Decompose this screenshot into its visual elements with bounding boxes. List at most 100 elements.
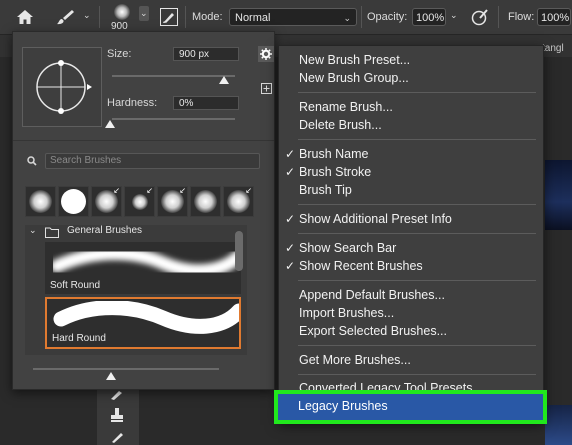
mode-value: Normal (235, 12, 271, 24)
menu-item-show-additional-preset-info[interactable]: ✓ Show Additional Preset Info (279, 211, 543, 228)
home-icon[interactable] (16, 9, 34, 25)
menu-item-label: Show Additional Preset Info (299, 212, 452, 226)
menu-separator (298, 204, 536, 205)
size-label: Size: (107, 48, 132, 60)
menu-item-delete-brush[interactable]: Delete Brush... (279, 117, 543, 134)
check-icon: ✓ (285, 241, 296, 255)
size-slider-thumb[interactable] (219, 76, 229, 84)
menu-separator (298, 139, 536, 140)
brush-tool-chevron-icon[interactable]: ⌄ (83, 10, 91, 21)
brush-angle-roundness-widget[interactable] (22, 47, 102, 127)
document-tab-title[interactable]: tangl (542, 43, 564, 54)
brush-name: Hard Round (52, 333, 106, 344)
brush-group-name: General Brushes (67, 225, 143, 236)
flow-field[interactable]: 100% (537, 8, 571, 26)
brush-preset-chevron-icon[interactable]: ⌄ (139, 6, 149, 21)
brush-item-soft-round[interactable]: Soft Round (45, 242, 241, 294)
pressure-size-icon: ↙ (179, 186, 186, 195)
hardness-label: Hardness: (107, 97, 158, 109)
toolbar-strip (97, 388, 139, 445)
mode-label: Mode: (192, 11, 223, 23)
search-icon (27, 156, 37, 166)
menu-item-label: Brush Tip (299, 183, 352, 197)
soft-stroke-preview (53, 247, 239, 278)
divider (185, 6, 186, 28)
menu-item-show-recent-brushes[interactable]: ✓ Show Recent Brushes (279, 258, 543, 275)
divider (99, 6, 100, 28)
menu-item-label: Get More Brushes... (299, 353, 411, 367)
menu-item-legacy-brushes[interactable]: Legacy Brushes (274, 390, 547, 424)
opacity-slider-chevron-icon[interactable]: ⌄ (450, 10, 458, 21)
menu-item-export-selected-brushes[interactable]: Export Selected Brushes... (279, 323, 543, 340)
recent-brush[interactable]: ↙ (124, 186, 155, 217)
brush-settings-panel-icon[interactable] (160, 8, 178, 26)
brush-tool-icon[interactable] (56, 8, 76, 26)
recent-brush[interactable]: ↙ (157, 186, 188, 217)
menu-separator (298, 374, 536, 375)
hardness-value: 0% (179, 98, 194, 109)
panel-divider (13, 140, 274, 141)
menu-item-new-brush-preset[interactable]: New Brush Preset... (279, 52, 543, 69)
opacity-field[interactable]: 100% (412, 8, 446, 26)
canvas-image (545, 405, 572, 445)
brush-tip-icon (132, 194, 148, 210)
menu-item-rename-brush[interactable]: Rename Brush... (279, 99, 543, 116)
brush-name: Soft Round (50, 280, 101, 291)
menu-item-new-brush-group[interactable]: New Brush Group... (279, 70, 543, 87)
pen-tool-icon[interactable] (109, 390, 125, 400)
brush-tip-icon (194, 190, 217, 213)
create-brush-icon[interactable] (261, 83, 272, 94)
menu-item-label: Import Brushes... (299, 306, 395, 320)
options-bar: ⌄ 900 ⌄ Mode: Normal ⌄ Opacity: 100% ⌄ F… (0, 0, 572, 35)
menu-item-import-brushes[interactable]: Import Brushes... (279, 305, 543, 322)
search-brushes-input[interactable]: Search Brushes (45, 153, 260, 169)
hardness-slider-track[interactable] (112, 118, 235, 120)
preview-size-slider-thumb[interactable] (106, 372, 116, 380)
stamp-tool-icon[interactable] (109, 407, 125, 423)
menu-item-get-more-brushes[interactable]: Get More Brushes... (279, 352, 543, 369)
menu-item-label: Rename Brush... (299, 100, 393, 114)
recent-brush[interactable]: ↙ (223, 186, 254, 217)
search-row: Search Brushes (25, 153, 261, 169)
brush-list: ⌄ General Brushes Soft Round Hard Round (25, 225, 247, 355)
check-icon: ✓ (285, 147, 296, 161)
size-input[interactable]: 900 px (173, 47, 239, 61)
brush-list-scrollbar[interactable] (235, 231, 243, 271)
menu-item-label: Legacy Brushes (298, 399, 388, 413)
preview-size-slider-track[interactable] (33, 368, 219, 370)
recent-brush[interactable] (190, 186, 221, 217)
chevron-down-icon: ⌄ (343, 13, 351, 23)
menu-item-brush-stroke[interactable]: ✓ Brush Stroke (279, 164, 543, 181)
opacity-value: 100% (416, 12, 445, 24)
hardness-slider-thumb[interactable] (105, 120, 115, 128)
hardness-input[interactable]: 0% (173, 96, 239, 110)
menu-item-brush-name[interactable]: ✓ Brush Name (279, 146, 543, 163)
check-icon: ✓ (285, 212, 296, 226)
flow-label: Flow: (508, 11, 535, 23)
history-brush-icon[interactable] (109, 430, 125, 444)
brush-item-hard-round[interactable]: Hard Round (45, 297, 241, 349)
menu-item-brush-tip[interactable]: Brush Tip (279, 182, 543, 199)
pressure-size-icon: ↙ (146, 186, 153, 195)
recent-brush[interactable] (58, 186, 89, 217)
menu-item-label: Brush Stroke (299, 165, 372, 179)
menu-item-label: Show Search Bar (299, 241, 397, 255)
menu-item-show-search-bar[interactable]: ✓ Show Search Bar (279, 240, 543, 257)
flow-value: 100% (541, 12, 570, 24)
menu-item-label: New Brush Group... (299, 71, 409, 85)
pressure-opacity-icon[interactable] (470, 8, 490, 26)
size-slider-track[interactable] (112, 75, 235, 77)
brush-panel-menu: New Brush Preset... New Brush Group... R… (278, 45, 544, 421)
recent-brush[interactable] (25, 186, 56, 217)
brush-preset-picker[interactable]: 900 (106, 2, 138, 34)
brush-group-general[interactable]: ⌄ General Brushes (25, 225, 247, 241)
gear-icon[interactable] (258, 46, 274, 62)
recent-brush[interactable]: ↙ (91, 186, 122, 217)
divider (361, 6, 362, 28)
brush-tip-icon (29, 190, 52, 213)
mode-dropdown[interactable]: Normal ⌄ (229, 8, 357, 26)
chevron-down-icon[interactable]: ⌄ (29, 225, 37, 236)
menu-item-append-default-brushes[interactable]: Append Default Brushes... (279, 287, 543, 304)
menu-separator (298, 280, 536, 281)
airbrush-icon: ↙ (245, 186, 252, 195)
